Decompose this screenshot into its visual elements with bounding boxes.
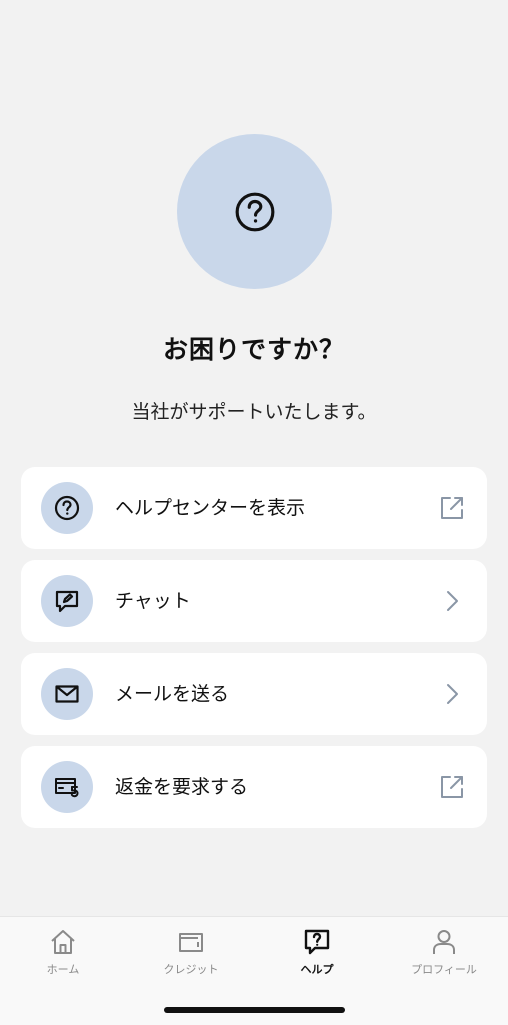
question-circle-icon [235,192,274,231]
chat-icon-circle [41,575,93,627]
refund-icon-circle [41,761,93,813]
tab-profile-label: プロフィール [411,963,477,976]
chevron-right-icon [437,679,467,709]
tab-help[interactable]: ヘルプ [257,927,377,977]
tab-help-label: ヘルプ [300,963,334,976]
home-indicator [164,1007,345,1013]
chat-label: チャット [115,590,191,612]
tab-home[interactable]: ホーム [3,927,123,977]
send-email-label: メールを送る [115,683,230,705]
chat-edit-icon [55,590,79,613]
help-chat-icon [304,929,330,955]
tab-home-label: ホーム [46,963,80,976]
tab-credits-label: クレジット [163,963,219,976]
card-refund-icon [55,778,79,798]
help-center-label: ヘルプセンターを表示 [115,497,306,519]
request-refund-label: 返金を要求する [115,776,249,798]
request-refund-button[interactable]: 返金を要求する [21,746,487,828]
send-email-button[interactable]: メールを送る [21,653,487,735]
chevron-right-icon [437,586,467,616]
page-title: お困りですか？ [162,335,345,364]
external-link-icon [437,493,467,523]
email-icon-circle [41,668,93,720]
chat-button[interactable]: チャット [21,560,487,642]
question-circle-icon [54,495,80,521]
external-link-icon [437,772,467,802]
tab-credits[interactable]: クレジット [131,927,251,977]
wallet-icon [179,933,203,952]
home-icon [51,930,75,954]
help-center-icon-circle [41,482,93,534]
envelope-icon [55,685,79,703]
help-hero-circle [177,134,332,289]
person-icon [433,930,455,954]
page-subtitle: 当社がサポートいたします。 [131,401,377,423]
help-center-button[interactable]: ヘルプセンターを表示 [21,467,487,549]
tab-profile[interactable]: プロフィール [384,927,504,977]
